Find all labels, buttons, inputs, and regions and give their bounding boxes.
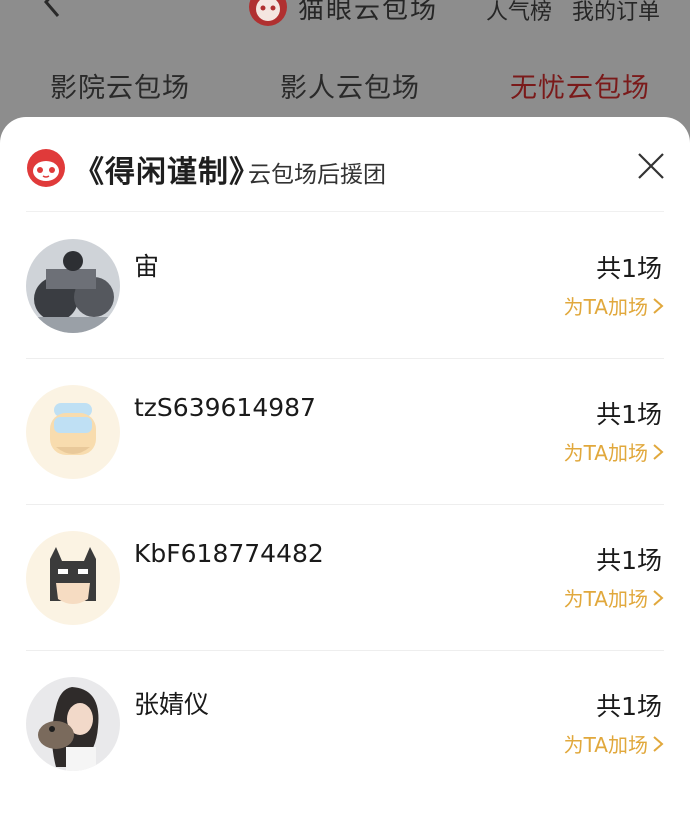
divider [26,211,664,212]
show-count: 共1场 [596,546,662,575]
avatar[interactable] [26,531,120,625]
add-show-label: 为TA加场 [563,295,648,319]
tab-celebrity[interactable]: 影人云包场 [280,66,420,105]
avatar[interactable] [26,385,120,479]
add-show-label: 为TA加场 [563,441,648,465]
add-show-link[interactable]: 为TA加场 [564,583,664,612]
cat-logo-icon [249,0,287,26]
list-item: 宙 共1场 为TA加场 [0,213,690,359]
user-name: tzS639614987 [134,393,316,422]
popularity-rank-link[interactable]: 人气榜 [486,0,552,26]
cat-logo-icon [27,149,65,187]
chevron-right-icon [653,735,664,752]
tab-cinema[interactable]: 影院云包场 [50,66,190,105]
show-count: 共1场 [596,254,662,283]
brand-title: 猫眼云包场 [298,0,439,25]
avatar[interactable] [26,239,120,333]
chevron-right-icon [653,443,664,460]
add-show-link[interactable]: 为TA加场 [564,291,664,320]
page-header: 猫眼云包场 人气榜 我的订单 [0,0,690,40]
show-count: 共1场 [596,692,662,721]
user-name: 张婧仪 [134,690,210,719]
user-name: 宙 [134,252,160,281]
tab-worry-free[interactable]: 无忧云包场 [510,66,650,105]
movie-title: 《得闲谨制》 [74,155,260,190]
supporters-sheet: 《得闲谨制》 云包场后援团 宙 共1场 为TA加场 tzS639614987 共… [0,117,690,817]
list-item: tzS639614987 共1场 为TA加场 [0,359,690,505]
supporters-list: 宙 共1场 为TA加场 tzS639614987 共1场 为TA加场 KbF61… [0,213,690,797]
chevron-right-icon [653,297,664,314]
brand: 猫眼云包场 [248,0,439,26]
list-item: 张婧仪 共1场 为TA加场 [0,651,690,797]
user-name: KbF618774482 [134,539,324,568]
sheet-header: 《得闲谨制》 云包场后援团 [0,117,690,213]
close-icon[interactable] [632,147,670,185]
avatar[interactable] [26,677,120,771]
back-arrow-icon[interactable] [36,0,72,20]
add-show-label: 为TA加场 [563,733,648,757]
add-show-link[interactable]: 为TA加场 [564,437,664,466]
chevron-right-icon [653,589,664,606]
add-show-link[interactable]: 为TA加场 [564,729,664,758]
sheet-subtitle: 云包场后援团 [248,162,386,188]
list-item: KbF618774482 共1场 为TA加场 [0,505,690,651]
my-orders-link[interactable]: 我的订单 [572,0,660,26]
tab-bar: 影院云包场 影人云包场 无忧云包场 [0,66,690,106]
add-show-label: 为TA加场 [563,587,648,611]
show-count: 共1场 [596,400,662,429]
